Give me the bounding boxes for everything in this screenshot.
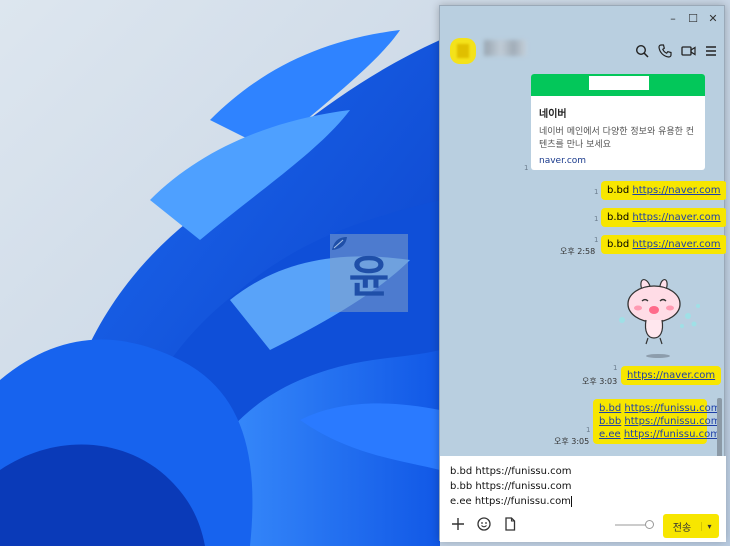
- message-link[interactable]: https://naver.com: [632, 185, 720, 196]
- unread-marker: 1: [594, 188, 599, 196]
- header-actions: [635, 43, 718, 58]
- message-bubble[interactable]: b.bd https://naver.com: [601, 181, 726, 200]
- input-toolbar: [450, 516, 518, 532]
- chat-header: [440, 30, 726, 74]
- message-prefix: b.bd: [607, 185, 630, 196]
- avatar[interactable]: [450, 38, 476, 64]
- watermark-logo: 윤: [330, 234, 408, 312]
- chat-scrollbar[interactable]: [717, 398, 722, 462]
- unread-marker: 1: [524, 164, 529, 172]
- unread-marker: 1: [586, 426, 591, 434]
- message-time: 오후 3:03: [582, 377, 618, 386]
- message-time: 오후 3:05: [554, 437, 590, 446]
- phone-icon[interactable]: [658, 43, 672, 58]
- leaf-icon: [332, 237, 347, 250]
- message-input-area[interactable]: b.bd https://funissu.com b.bb https://fu…: [440, 456, 726, 542]
- message-prefix: b.bd: [607, 212, 630, 223]
- text-caret: [570, 495, 572, 507]
- message-link[interactable]: https://funissu.com: [624, 429, 720, 440]
- message-bubble[interactable]: b.bd https://naver.com: [601, 208, 726, 227]
- unread-marker: 1: [594, 236, 599, 244]
- watermark-glyph: 윤: [348, 252, 390, 303]
- plus-icon[interactable]: [450, 516, 466, 532]
- message-link[interactable]: https://funissu.com: [624, 403, 720, 414]
- message-prefix: b.bd: [607, 239, 630, 250]
- menu-icon[interactable]: [704, 43, 718, 57]
- bunny-sticker[interactable]: [612, 276, 708, 360]
- message-prefix[interactable]: e.ee: [599, 429, 621, 440]
- message-prefix[interactable]: b.bb: [599, 416, 621, 427]
- message-line: e.ee https://funissu.com: [599, 428, 720, 441]
- opacity-slider-knob[interactable]: [645, 520, 654, 529]
- link-preview-banner: [531, 74, 705, 96]
- unread-marker: 1: [594, 215, 599, 223]
- video-icon[interactable]: [681, 43, 696, 57]
- unread-marker: 1: [613, 364, 618, 372]
- link-preview-description: 네이버 메인에서 다양한 정보와 유용한 컨텐츠를 만나 보세요: [539, 127, 695, 150]
- message-input[interactable]: b.bd https://funissu.com b.bb https://fu…: [450, 464, 572, 509]
- maximize-button[interactable]: ☐: [686, 11, 700, 25]
- message-bubble-multiline[interactable]: b.bd https://funissu.com b.bb https://fu…: [593, 399, 721, 444]
- message-bubble[interactable]: https://naver.com: [621, 366, 722, 385]
- send-options-dropdown[interactable]: ▾: [701, 521, 717, 531]
- window-titlebar: – ☐ ✕: [440, 6, 726, 30]
- link-preview-url[interactable]: naver.com: [531, 152, 705, 166]
- close-button[interactable]: ✕: [706, 11, 720, 25]
- chat-messages: 네이버 네이버 메인에서 다양한 정보와 유용한 컨텐츠를 만나 보세요 nav…: [440, 74, 726, 456]
- message-link[interactable]: https://funissu.com: [624, 416, 720, 427]
- message-input-text: b.bd https://funissu.com b.bb https://fu…: [450, 466, 572, 507]
- message-prefix[interactable]: b.bd: [599, 403, 621, 414]
- emoji-icon[interactable]: [476, 516, 492, 532]
- message-link[interactable]: https://naver.com: [632, 212, 720, 223]
- message-time: 오후 2:58: [560, 247, 596, 256]
- send-button[interactable]: 전송 ▾: [663, 514, 719, 538]
- chat-name-blurred: [484, 40, 526, 56]
- chat-window: – ☐ ✕ 네이버 네이버 메인에서 다양한 정보와 유용한 컨텐츠를 만나 보…: [439, 5, 726, 542]
- message-line: b.bb https://funissu.com: [599, 415, 721, 428]
- message-link[interactable]: https://naver.com: [627, 370, 715, 381]
- link-preview-card[interactable]: 네이버 네이버 메인에서 다양한 정보와 유용한 컨텐츠를 만나 보세요 nav…: [531, 74, 705, 170]
- send-label: 전송: [672, 522, 692, 534]
- message-link[interactable]: https://naver.com: [632, 239, 720, 250]
- file-icon[interactable]: [502, 516, 518, 532]
- message-bubble[interactable]: b.bd https://naver.com: [601, 235, 726, 254]
- search-icon[interactable]: [635, 43, 649, 58]
- message-line: b.bd https://funissu.com: [599, 402, 721, 415]
- minimize-button[interactable]: –: [666, 11, 680, 25]
- link-preview-title: 네이버: [539, 109, 567, 120]
